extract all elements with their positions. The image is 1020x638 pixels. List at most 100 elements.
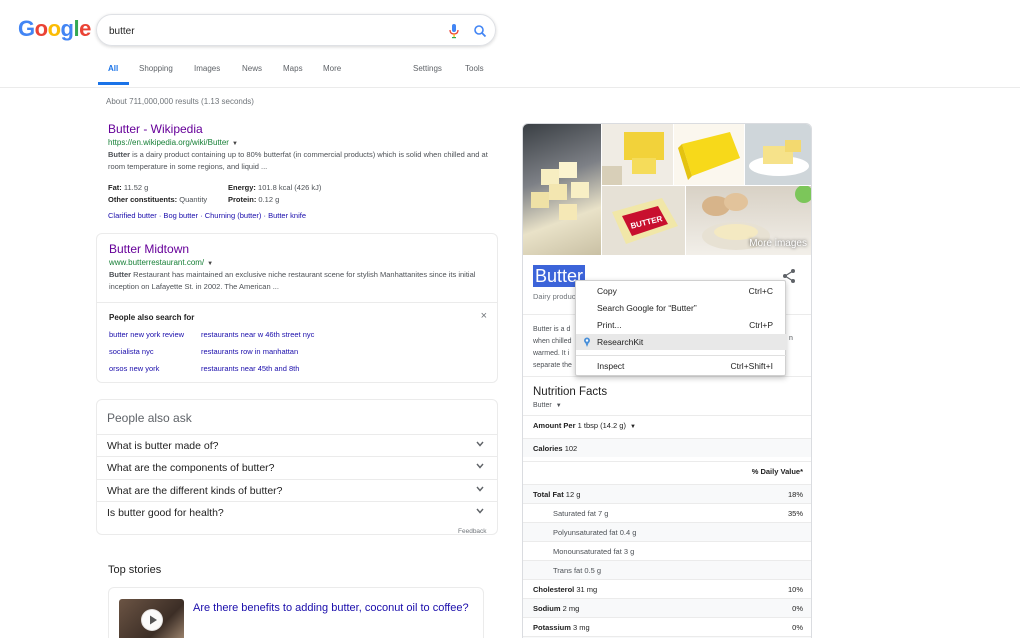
search-result: Butter - Wikipedia https://en.wikipedia.… [108, 122, 498, 173]
caret-down-icon[interactable]: ▼ [232, 141, 238, 147]
chevron-down-icon[interactable] [475, 484, 485, 494]
pas-link[interactable]: restaurants near w 46th street nyc [201, 330, 314, 339]
butter-cubes-image [531, 162, 589, 220]
image-tile[interactable]: BUTTER [602, 186, 685, 255]
story-card[interactable]: Are there benefits to adding butter, coc… [108, 587, 484, 638]
logo-letter: G [18, 16, 35, 41]
play-icon[interactable] [141, 609, 163, 631]
menu-item-label: Inspect [597, 361, 625, 371]
image-tile[interactable]: More images [686, 186, 811, 255]
snippet-bold: Butter [109, 270, 132, 279]
paa-question-text: Is butter good for health? [107, 507, 224, 519]
google-logo[interactable]: Google [18, 16, 91, 42]
tab-settings[interactable]: Settings [413, 64, 442, 73]
caret-down-icon[interactable]: ▼ [207, 261, 213, 267]
tab-images[interactable]: Images [194, 64, 220, 73]
result-snippet: Butter Restaurant has maintained an excl… [109, 269, 489, 293]
nutrient-daily-pct: 0% [792, 623, 803, 632]
fact-energy: Energy: 101.8 kcal (426 kJ) [228, 183, 321, 192]
context-menu-item-researchkit[interactable]: ResearchKit [576, 334, 787, 350]
image-tile[interactable] [745, 124, 811, 185]
context-menu-item-inspect[interactable]: Inspect Ctrl+Shift+I [576, 358, 787, 374]
image-grid[interactable]: BUTTER More images [523, 124, 811, 255]
amount-value[interactable]: 1 tbsp (14.2 g) [578, 421, 626, 430]
paa-question[interactable]: What are the different kinds of butter? [97, 479, 497, 501]
nutrient-daily-pct: 18% [787, 490, 803, 499]
nutrient-amount: 2 mg [560, 604, 580, 613]
nutrient-amount: 31 mg [574, 585, 598, 594]
pas-link[interactable]: orsos new york [109, 364, 159, 373]
tab-more[interactable]: More [323, 64, 341, 73]
pas-link[interactable]: butter new york review [109, 330, 184, 339]
result-title-link[interactable]: Butter Midtown [109, 242, 489, 256]
chevron-down-icon[interactable] [475, 439, 485, 449]
paa-question[interactable]: Is butter good for health? [97, 501, 497, 523]
nutrient-daily-pct: 0% [792, 604, 803, 613]
nutrition-row: Total Fat 12 g 18% [523, 484, 811, 503]
tab-shopping[interactable]: Shopping [139, 64, 173, 73]
snippet-text: is a dairy product containing up to 80% … [108, 150, 488, 171]
nutrition-amount-row[interactable]: Amount Per 1 tbsp (14.2 g) ▼ [523, 415, 811, 434]
fact-label: Other constituents: [108, 195, 178, 204]
chevron-down-icon[interactable] [475, 506, 485, 516]
feedback-link[interactable]: Feedback [458, 528, 487, 535]
nutrition-food-select[interactable]: Butter ▼ [533, 402, 562, 409]
paa-question[interactable]: What are the components of butter? [97, 456, 497, 478]
tab-all[interactable]: All [108, 64, 118, 73]
nutrition-row-label: Trans fat 0.5 g [553, 566, 601, 575]
tab-maps[interactable]: Maps [283, 64, 303, 73]
more-images-link[interactable]: More images [749, 238, 807, 249]
sitelinks[interactable]: Clarified butter · Bog butter · Churning… [108, 211, 306, 220]
nutrition-row: Polyunsaturated fat 0.4 g [523, 522, 811, 541]
fact-value: 11.52 g [121, 183, 149, 192]
fact-value: 0.12 g [256, 195, 280, 204]
story-thumbnail[interactable] [119, 599, 184, 638]
result-title-link[interactable]: Butter - Wikipedia [108, 122, 498, 136]
story-title-link[interactable]: Are there benefits to adding butter, coc… [193, 600, 473, 617]
pas-link[interactable]: restaurants near 45th and 8th [201, 364, 299, 373]
results-count: About 711,000,000 results (1.13 seconds) [106, 97, 254, 106]
result-url-text[interactable]: www.butterrestaurant.com/ [109, 258, 204, 267]
mic-icon[interactable] [447, 23, 461, 39]
search-icon[interactable] [473, 23, 487, 39]
nutrition-calories-row: Calories 102 [523, 438, 811, 457]
context-menu-item-search-google[interactable]: Search Google for “Butter” [576, 300, 787, 316]
image-tile[interactable] [674, 124, 744, 185]
paa-title: People also ask [107, 411, 192, 425]
fact-other: Other constituents: Quantity [108, 195, 207, 204]
result-card: Butter Midtown www.butterrestaurant.com/… [96, 233, 498, 383]
pas-link[interactable]: restaurants row in manhattan [201, 347, 298, 356]
kp-subtitle: Dairy product [533, 292, 578, 301]
result-url[interactable]: https://en.wikipedia.org/wiki/Butter ▼ [108, 138, 498, 147]
caret-down-icon[interactable]: ▼ [556, 403, 562, 409]
nutrition-facts-title: Nutrition Facts [533, 386, 608, 398]
menu-item-label: Print... [597, 320, 622, 330]
chevron-down-icon[interactable] [475, 461, 485, 471]
nutrient-amount: Saturated fat 7 g [553, 509, 609, 518]
daily-value-label: % Daily Value* [751, 467, 803, 476]
paa-question-text: What are the components of butter? [107, 462, 275, 474]
image-tile[interactable] [602, 124, 673, 185]
search-box[interactable] [96, 14, 496, 46]
nutrition-row-label: Polyunsaturated fat 0.4 g [553, 528, 636, 537]
search-input[interactable] [109, 23, 429, 39]
pin-icon [584, 337, 590, 347]
result-url[interactable]: www.butterrestaurant.com/▼ [109, 258, 489, 267]
nutrition-row: Trans fat 0.5 g [523, 560, 811, 579]
caret-down-icon[interactable]: ▼ [630, 424, 636, 430]
image-tile[interactable] [523, 124, 601, 255]
result-url-text[interactable]: https://en.wikipedia.org/wiki/Butter [108, 138, 229, 147]
people-also-search-title: People also search for [109, 313, 195, 322]
tab-news[interactable]: News [242, 64, 262, 73]
context-menu-item-print[interactable]: Print... Ctrl+P [576, 317, 787, 333]
tab-tools[interactable]: Tools [465, 64, 484, 73]
nutrition-row-label: Sodium 2 mg [533, 604, 579, 613]
nutrient-amount: Monounsaturated fat 3 g [553, 547, 635, 556]
paa-question[interactable]: What is butter made of? [97, 434, 497, 456]
search-result: Butter Midtown www.butterrestaurant.com/… [109, 242, 489, 293]
header: Google All Shopping Images News Maps Mor… [0, 0, 1020, 88]
pas-link[interactable]: socialista nyc [109, 347, 154, 356]
context-menu-item-copy[interactable]: Copy Ctrl+C [576, 283, 787, 299]
close-icon[interactable]: × [481, 310, 487, 322]
top-stories-title: Top stories [108, 564, 162, 576]
